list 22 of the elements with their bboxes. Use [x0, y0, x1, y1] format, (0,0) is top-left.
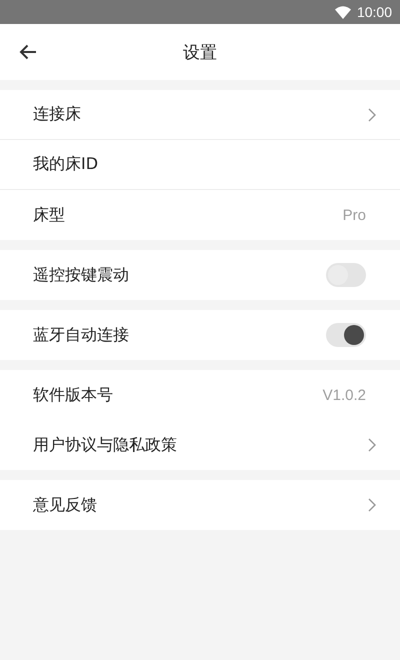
toggle-switch[interactable]	[326, 263, 366, 287]
setting-label: 意见反馈	[33, 494, 97, 516]
wifi-icon	[334, 6, 351, 18]
chevron-right-icon	[368, 108, 376, 122]
page-title: 设置	[183, 42, 217, 64]
setting-label: 连接床	[33, 104, 81, 125]
setting-label: 遥控按键震动	[33, 264, 129, 286]
settings-row[interactable]: 连接床	[0, 90, 400, 140]
chevron-right-icon	[368, 498, 376, 512]
setting-label: 用户协议与隐私政策	[33, 434, 177, 456]
setting-value: Pro	[342, 206, 366, 224]
chevron-right-icon	[368, 438, 376, 452]
status-time: 10:00	[356, 4, 392, 20]
back-arrow-icon	[19, 44, 37, 60]
setting-label: 床型	[33, 204, 65, 226]
setting-label: 我的床ID	[33, 154, 98, 175]
toggle-switch[interactable]	[326, 323, 366, 347]
setting-value: V1.0.2	[322, 386, 366, 404]
settings-row[interactable]: 用户协议与隐私政策	[0, 420, 400, 470]
settings-row[interactable]: 意见反馈	[0, 480, 400, 530]
setting-label: 蓝牙自动连接	[33, 324, 129, 346]
setting-label: 软件版本号	[33, 384, 113, 406]
